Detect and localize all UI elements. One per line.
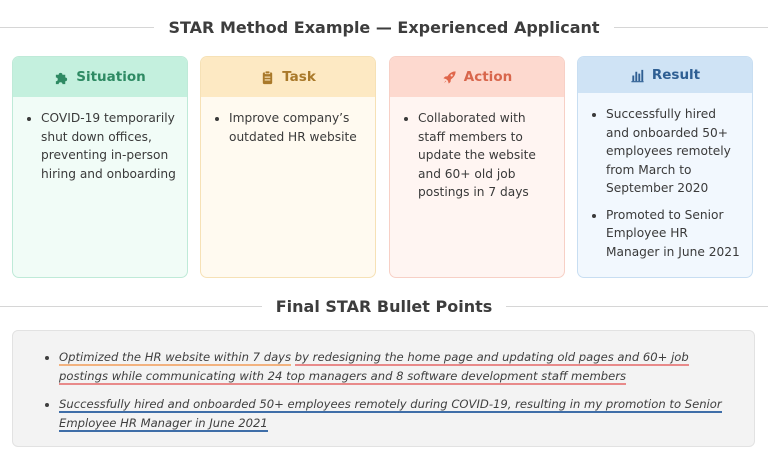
final-section-title: Final STAR Bullet Points: [0, 295, 768, 317]
list-item: COVID-19 temporarily shut down offices, …: [41, 109, 177, 183]
final-bullet-2: Successfully hired and onboarded 50+ emp…: [59, 395, 734, 433]
list-item: Collaborated with staff members to updat…: [418, 109, 554, 202]
final-bullet-list: Optimized the HR website within 7 days b…: [13, 331, 754, 433]
situation-label: Situation: [76, 69, 146, 85]
bullet-2-text: Successfully hired and onboarded 50+ emp…: [59, 397, 722, 432]
action-label: Action: [463, 69, 513, 85]
page-title-text: STAR Method Example — Experienced Applic…: [168, 17, 600, 37]
task-card: Task Improve company’s outdated HR websi…: [200, 56, 376, 278]
bar-chart-icon: [631, 69, 644, 82]
task-card-header: Task: [201, 57, 375, 97]
clipboard-icon: [263, 70, 273, 84]
list-item: Promoted to Senior Employee HR Manager i…: [606, 206, 742, 262]
final-section-title-text: Final STAR Bullet Points: [275, 296, 493, 316]
task-list: Improve company’s outdated HR website: [201, 97, 375, 146]
result-card-header: Result: [578, 57, 752, 93]
final-bullet-1: Optimized the HR website within 7 days b…: [59, 348, 734, 386]
page-title: STAR Method Example — Experienced Applic…: [0, 16, 768, 38]
result-card: Result Successfully hired and onboarded …: [577, 56, 753, 278]
list-item: Successfully hired and onboarded 50+ emp…: [606, 105, 742, 198]
action-list: Collaborated with staff members to updat…: [390, 97, 564, 202]
result-label: Result: [651, 67, 701, 83]
situation-list: COVID-19 temporarily shut down offices, …: [13, 97, 187, 183]
task-label: Task: [282, 69, 316, 85]
situation-card-header: Situation: [13, 57, 187, 97]
action-card: Action Collaborated with staff members t…: [389, 56, 565, 278]
situation-card: Situation COVID-19 temporarily shut down…: [12, 56, 188, 278]
bullet-1-highlight: Optimized the HR website within 7 days: [59, 350, 292, 366]
result-list: Successfully hired and onboarded 50+ emp…: [578, 93, 752, 261]
rocket-icon: [443, 70, 456, 84]
final-bullets-box: Optimized the HR website within 7 days b…: [12, 330, 755, 447]
list-item: Improve company’s outdated HR website: [229, 109, 365, 146]
action-card-header: Action: [390, 57, 564, 97]
puzzle-icon: [56, 72, 68, 84]
final-divider-left: [0, 305, 262, 307]
title-divider-right: [613, 26, 768, 28]
final-divider-right: [506, 305, 768, 307]
title-divider-left: [0, 26, 155, 28]
